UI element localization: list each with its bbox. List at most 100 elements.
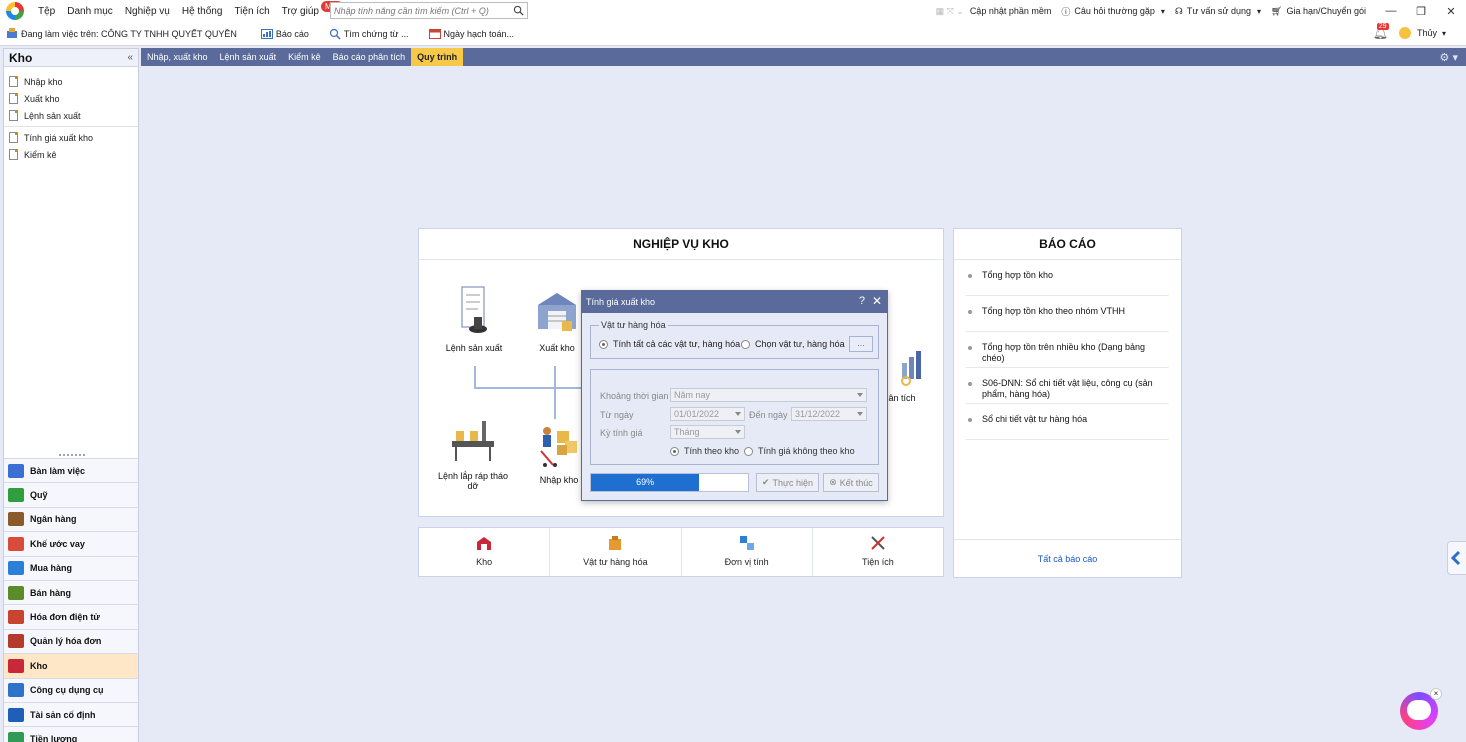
production-order-icon bbox=[461, 286, 487, 333]
module-icon bbox=[8, 585, 24, 600]
module-label: Mua hàng bbox=[30, 563, 72, 574]
close-window-button[interactable]: ✕ bbox=[1436, 5, 1466, 18]
renew-link[interactable]: 🛒︎ Gia hạn/Chuyển gói bbox=[1271, 6, 1366, 17]
module-icon bbox=[8, 561, 24, 576]
help-button[interactable]: ? bbox=[859, 295, 865, 307]
user-menu[interactable]: Thủy ▾ bbox=[1398, 27, 1446, 39]
flow-assembly[interactable]: Lệnh lắp ráp tháo dỡ bbox=[437, 419, 509, 491]
support-chevron-icon: ▾ bbox=[1256, 6, 1261, 16]
radio-choose-materials[interactable]: Chọn vật tư, hàng hóa bbox=[741, 339, 845, 349]
module-label: Tiền lương bbox=[30, 733, 78, 742]
report-item[interactable]: S06-DNN: Sổ chi tiết vật liệu, công cụ (… bbox=[966, 368, 1169, 404]
cycle-select[interactable]: Tháng bbox=[670, 425, 745, 439]
tab-inventory-check[interactable]: Kiểm kê bbox=[282, 48, 327, 66]
dialog-close-button[interactable]: ✕ bbox=[872, 294, 882, 308]
tree-item-kiem-ke[interactable]: Kiểm kê bbox=[4, 146, 138, 163]
chevron-down-icon bbox=[857, 393, 863, 397]
update-label: Cập nhật phần mềm bbox=[969, 6, 1052, 16]
module-item[interactable]: Tài sản cố định bbox=[4, 701, 138, 727]
posting-date-button[interactable]: Ngày hạch toán... bbox=[428, 28, 515, 39]
gear-icon[interactable]: ⚙ ▾ bbox=[1440, 51, 1458, 64]
radio-by-warehouse[interactable]: Tính theo kho bbox=[670, 446, 739, 456]
report-item[interactable]: Tổng hợp tồn kho theo nhóm VTHH bbox=[966, 296, 1169, 332]
quick-link-warehouse[interactable]: Kho bbox=[419, 528, 551, 576]
radio-not-by-warehouse[interactable]: Tính giá không theo kho bbox=[744, 446, 855, 456]
flow-export[interactable]: Xuất kho bbox=[527, 285, 587, 353]
reports-button[interactable]: Báo cáo bbox=[260, 28, 309, 39]
minimize-button[interactable]: — bbox=[1376, 5, 1406, 17]
quick-link-utilities[interactable]: Tiện ích bbox=[813, 528, 943, 576]
module-item[interactable]: Tiền lương bbox=[4, 726, 138, 742]
module-item[interactable]: Kho bbox=[4, 653, 138, 678]
update-software[interactable]: Cập nhật phần mềm bbox=[970, 6, 1052, 16]
choose-materials-button[interactable]: ... bbox=[849, 336, 873, 352]
finish-button[interactable]: ⊗ Kết thúc bbox=[823, 473, 879, 492]
module-item[interactable]: Ngân hàng bbox=[4, 506, 138, 532]
feature-search-input[interactable] bbox=[331, 3, 507, 18]
report-item[interactable]: Sổ chi tiết vật tư hàng hóa bbox=[966, 404, 1169, 440]
radio-all-materials[interactable]: Tính tất cả các vật tư, hàng hóa bbox=[599, 339, 740, 349]
feature-search[interactable] bbox=[330, 2, 528, 19]
find-voucher-button[interactable]: Tìm chứng từ ... bbox=[329, 28, 409, 40]
working-company[interactable]: Đang làm việc trên: CÔNG TY TNHH QUYẾT Q… bbox=[6, 28, 237, 39]
tab-import-export[interactable]: Nhập, xuất kho bbox=[141, 48, 214, 66]
menu-help[interactable]: Trợ giúp bbox=[282, 6, 319, 17]
faq-link[interactable]: ⓘ Câu hỏi thường gặp ▾ bbox=[1061, 5, 1165, 18]
from-date-label: Từ ngày bbox=[600, 410, 634, 420]
quick-link-materials[interactable]: Vật tư hàng hóa bbox=[550, 528, 682, 576]
module-item[interactable]: Bàn làm việc bbox=[4, 458, 138, 483]
chat-bubble-button[interactable]: × bbox=[1400, 688, 1442, 730]
close-chat-button[interactable]: × bbox=[1430, 688, 1442, 700]
module-item[interactable]: Mua hàng bbox=[4, 555, 138, 580]
module-item[interactable]: Bán hàng bbox=[4, 579, 138, 605]
layout-icons[interactable]: ▦ ⤧ ⌄ bbox=[936, 6, 964, 17]
flow-connector bbox=[554, 366, 556, 388]
tree-item-lenh-san-xuat[interactable]: Lệnh sản xuất bbox=[4, 107, 138, 124]
report-item[interactable]: Tổng hợp tồn trên nhiều kho (Dạng bảng c… bbox=[966, 332, 1169, 368]
tab-analysis-report[interactable]: Báo cáo phân tích bbox=[327, 48, 412, 66]
execute-button[interactable]: ✔ Thực hiện bbox=[756, 473, 819, 492]
bullet-icon bbox=[968, 310, 972, 314]
search-icon[interactable] bbox=[513, 5, 524, 16]
quick-link-label: Tiện ích bbox=[862, 557, 894, 567]
chat-icon bbox=[1407, 700, 1431, 720]
menu-system[interactable]: Hệ thống bbox=[182, 6, 223, 17]
progress-label: 69% bbox=[636, 477, 655, 487]
period-label: Khoảng thời gian bbox=[600, 391, 669, 401]
notification-bell[interactable]: 🔔︎ 29 bbox=[1373, 23, 1389, 40]
menu-bar: Tệp Danh mục Nghiệp vụ Hệ thống Tiện ích… bbox=[0, 0, 1466, 22]
bullet-icon bbox=[968, 382, 972, 386]
menu-utilities[interactable]: Tiện ích bbox=[234, 6, 269, 17]
from-date-field[interactable]: 01/01/2022 bbox=[670, 407, 745, 421]
report-label: S06-DNN: Sổ chi tiết vật liệu, công cụ (… bbox=[982, 378, 1153, 399]
flow-production-order[interactable]: Lệnh sản xuất bbox=[439, 285, 509, 353]
report-label: Tổng hợp tồn kho bbox=[982, 270, 1053, 280]
posting-date-label: Ngày hạch toán... bbox=[443, 28, 515, 39]
all-reports-link[interactable]: Tất cả báo cáo bbox=[954, 539, 1181, 577]
module-label: Hóa đơn điện tử bbox=[30, 612, 100, 623]
restore-button[interactable]: ❐ bbox=[1406, 5, 1436, 18]
support-link[interactable]: ☊ Tư vấn sử dụng ▾ bbox=[1175, 6, 1261, 17]
right-panel-toggle[interactable] bbox=[1447, 541, 1466, 575]
tab-strip: Nhập, xuất kho Lệnh sản xuất Kiểm kê Báo… bbox=[141, 48, 1466, 66]
module-item[interactable]: Quỹ bbox=[4, 482, 138, 507]
module-item[interactable]: Khế ước vay bbox=[4, 531, 138, 556]
to-date-field[interactable]: 31/12/2022 bbox=[791, 407, 867, 421]
module-item[interactable]: Công cụ dụng cụ bbox=[4, 677, 138, 702]
tree-item-tinh-gia-xuat-kho[interactable]: Tính giá xuất kho bbox=[4, 129, 138, 146]
tree-item-xuat-kho[interactable]: Xuất kho bbox=[4, 90, 138, 107]
module-item[interactable]: Quản lý hóa đơn bbox=[4, 628, 138, 654]
quick-link-units[interactable]: Đơn vị tính bbox=[682, 528, 813, 576]
collapse-sidebar-button[interactable]: « bbox=[127, 52, 133, 63]
menu-operations[interactable]: Nghiệp vụ bbox=[125, 6, 170, 17]
menu-file[interactable]: Tệp bbox=[38, 6, 55, 17]
tab-process[interactable]: Quy trình bbox=[411, 48, 464, 66]
tree-item-nhap-kho[interactable]: Nhập kho bbox=[4, 73, 138, 90]
period-select[interactable]: Năm nay bbox=[670, 388, 867, 402]
report-item[interactable]: Tổng hợp tồn kho bbox=[966, 260, 1169, 296]
menu-catalog[interactable]: Danh mục bbox=[67, 6, 113, 17]
tab-production-order[interactable]: Lệnh sản xuất bbox=[214, 48, 283, 66]
resize-grip[interactable] bbox=[59, 454, 85, 456]
module-item[interactable]: Hóa đơn điện tử bbox=[4, 604, 138, 629]
find-voucher-label: Tìm chứng từ ... bbox=[343, 28, 409, 39]
